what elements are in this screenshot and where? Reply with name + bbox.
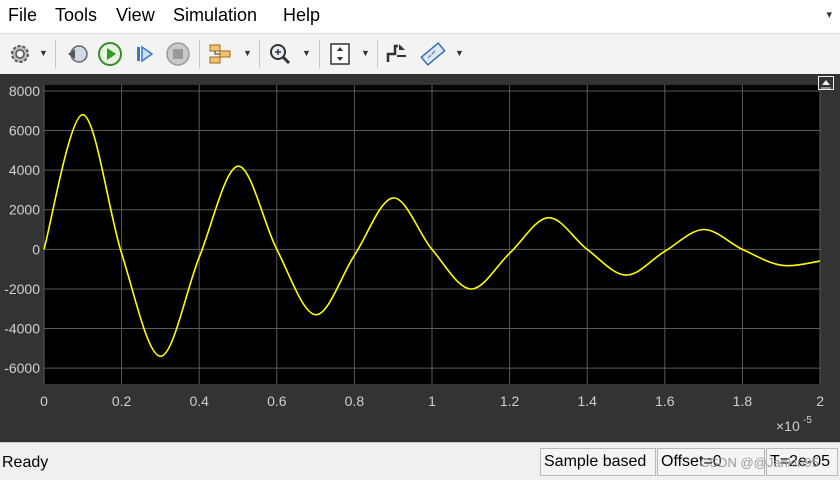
menu-file[interactable]: File (8, 5, 37, 26)
y-tick-label: 2000 (9, 202, 40, 218)
run-icon[interactable] (96, 39, 124, 69)
x-tick-label: 1.2 (500, 393, 520, 409)
step-forward-icon[interactable] (131, 39, 159, 69)
status-ready: Ready (2, 454, 49, 471)
x-tick-label: 0.2 (112, 393, 132, 409)
gear-icon[interactable] (6, 39, 34, 69)
y-tick-label: -6000 (4, 360, 40, 376)
stop-icon[interactable] (164, 39, 192, 69)
gear-dropdown-icon[interactable]: ▼ (39, 48, 48, 58)
x-tick-label: 0.4 (189, 393, 209, 409)
x-tick-label: 0.6 (267, 393, 287, 409)
signal-select-icon[interactable] (206, 39, 234, 69)
measure-dropdown-icon[interactable]: ▼ (455, 48, 464, 58)
watermark: CSDN @@Jankin95 (700, 455, 819, 470)
x-multiplier-exponent: -5 (803, 415, 812, 426)
undock-icon[interactable] (818, 76, 834, 90)
x-multiplier-label: ×10 (776, 418, 800, 434)
x-tick-label: 1.4 (577, 393, 597, 409)
scale-axes-icon[interactable] (326, 39, 354, 69)
status-bar: Ready Sample based Offset=0 T=2e-05 CSDN… (0, 442, 840, 480)
signal-dropdown-icon[interactable]: ▼ (243, 48, 252, 58)
menu-overflow-icon[interactable]: ▾ (826, 8, 832, 21)
x-tick-label: 1 (428, 393, 436, 409)
y-tick-label: -4000 (4, 321, 40, 337)
toolbar-separator (199, 40, 200, 68)
zoom-dropdown-icon[interactable]: ▼ (302, 48, 311, 58)
y-tick-label: 8000 (9, 83, 40, 99)
zoom-icon[interactable] (266, 39, 294, 69)
x-tick-label: 2 (816, 393, 824, 409)
scope-display: 8000 6000 4000 2000 0 -2000 -4000 -6000 0 0.2 0.4… (0, 74, 840, 442)
toolbar-separator (319, 40, 320, 68)
y-tick-label: -2000 (4, 281, 40, 297)
x-tick-label: 1.8 (733, 393, 753, 409)
rewind-icon[interactable] (63, 39, 91, 69)
cursor-measure-icon[interactable] (419, 39, 447, 69)
menu-view[interactable]: View (116, 5, 155, 26)
toolbar-separator (55, 40, 56, 68)
menu-tools[interactable]: Tools (55, 5, 97, 26)
y-tick-label: 0 (32, 241, 40, 257)
scope-chart[interactable]: 8000 6000 4000 2000 0 -2000 -4000 -6000 0 0.2 0.4… (0, 74, 840, 442)
menu-help[interactable]: Help (283, 5, 320, 26)
x-tick-label: 0.8 (345, 393, 365, 409)
trigger-icon[interactable] (383, 39, 411, 69)
menu-bar: File Tools View Simulation Help ▾ (0, 0, 840, 33)
x-tick-label: 1.6 (655, 393, 675, 409)
toolbar: ▼ ▼ ▼ ▼ ▼ (0, 33, 840, 75)
x-tick-label: 0 (40, 393, 48, 409)
menu-simulation[interactable]: Simulation (173, 5, 257, 26)
y-tick-label: 6000 (9, 123, 40, 139)
toolbar-separator (259, 40, 260, 68)
sample-mode-field: Sample based (540, 448, 656, 476)
scale-dropdown-icon[interactable]: ▼ (361, 48, 370, 58)
y-tick-label: 4000 (9, 162, 40, 178)
toolbar-separator (377, 40, 378, 68)
